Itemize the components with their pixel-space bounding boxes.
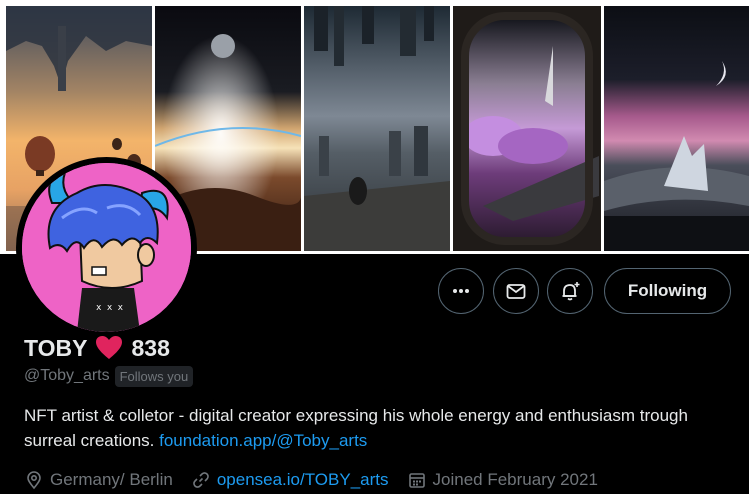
calendar-icon <box>408 473 425 488</box>
location-text: Germany/ Berlin <box>50 470 173 489</box>
location-pin-icon <box>27 471 41 490</box>
handle-row: @Toby_arts Follows you <box>24 365 194 387</box>
notify-button[interactable] <box>547 268 593 314</box>
profile-bio: NFT artist & colletor - digital creator … <box>24 403 724 453</box>
joined-item: Joined February 2021 <box>407 470 598 490</box>
red-heart-icon <box>96 336 123 359</box>
more-button[interactable] <box>438 268 484 314</box>
link-icon <box>193 472 209 488</box>
display-name-row: TOBY 838 <box>24 334 170 362</box>
display-name-number: 838 <box>131 334 170 361</box>
joined-text: Joined February 2021 <box>432 470 598 489</box>
following-button[interactable]: Following <box>604 268 731 314</box>
profile-avatar[interactable]: x x x <box>16 157 197 338</box>
svg-text:x x x: x x x <box>96 303 124 313</box>
banner-image-ice-sea <box>604 6 749 251</box>
avatar-image: x x x <box>22 163 191 332</box>
follows-you-badge: Follows you <box>114 365 194 387</box>
mail-icon <box>506 284 526 299</box>
display-name: TOBY <box>24 334 88 361</box>
banner-image-city-rooftop <box>304 6 450 251</box>
bio-link[interactable]: foundation.app/@Toby_arts <box>159 431 367 450</box>
banner-image-airplane-window <box>453 6 601 251</box>
website-link[interactable]: opensea.io/TOBY_arts <box>217 470 389 490</box>
profile-meta: Germany/ Berlin opensea.io/TOBY_arts Joi… <box>24 468 616 492</box>
message-button[interactable] <box>493 268 539 314</box>
user-handle: @Toby_arts <box>24 367 110 384</box>
website-item: opensea.io/TOBY_arts <box>191 470 389 490</box>
bell-plus-icon <box>562 282 580 301</box>
location-item: Germany/ Berlin <box>24 470 173 490</box>
more-icon <box>453 289 469 293</box>
